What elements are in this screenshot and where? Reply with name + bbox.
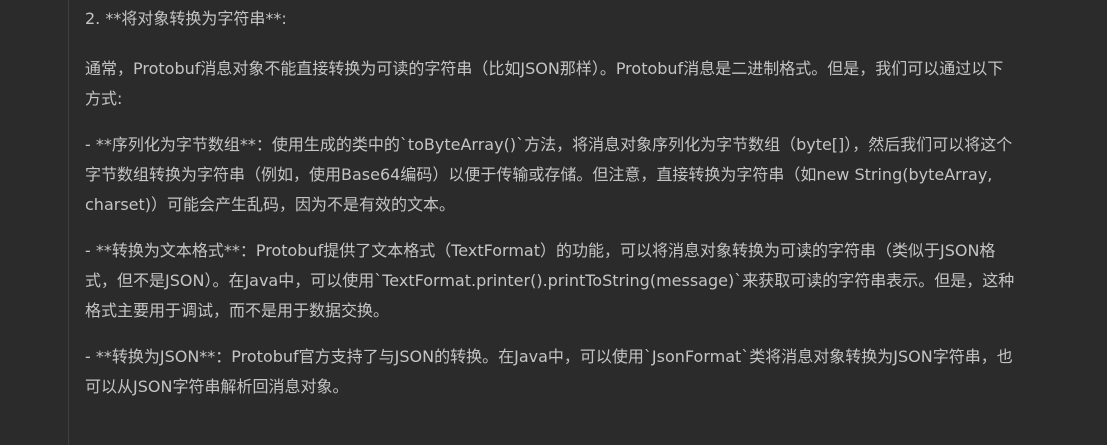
list-item-json: - **转换为JSON**：Protobuf官方支持了与JSON的转换。在Jav… <box>85 347 1013 396</box>
message-body: 2. **将对象转换为字符串**: 通常，Protobuf消息对象不能直接转换为… <box>85 4 1015 418</box>
section-heading: 2. **将对象转换为字符串**: <box>85 9 287 28</box>
left-gutter <box>0 0 68 445</box>
message-panel: 2. **将对象转换为字符串**: 通常，Protobuf消息对象不能直接转换为… <box>69 0 1107 445</box>
intro-paragraph: 通常，Protobuf消息对象不能直接转换为可读的字符串（比如JSON那样）。P… <box>85 59 1004 108</box>
list-item-textformat: - **转换为文本格式**：Protobuf提供了文本格式（TextFormat… <box>85 241 1015 320</box>
list-item-serialize: - **序列化为字节数组**：使用生成的类中的`toByteArray()`方法… <box>85 135 1013 214</box>
